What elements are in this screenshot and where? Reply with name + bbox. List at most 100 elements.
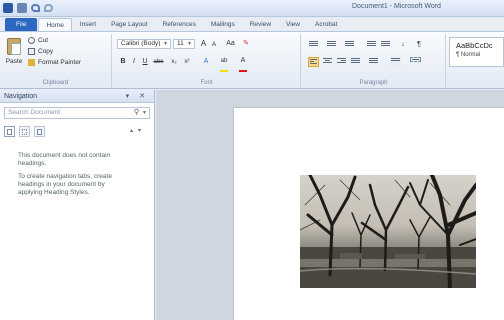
tab-home[interactable]: Home (38, 18, 72, 31)
navigation-view-tabs: ▴▾ (4, 126, 150, 138)
increase-indent-icon (380, 40, 391, 47)
no-headings-message: This document does not contain headings. (18, 152, 111, 167)
clear-formatting-icon[interactable]: ✎ (241, 39, 251, 49)
change-case-button[interactable]: Aa (224, 39, 237, 49)
pane-controls[interactable]: ▾ ✕ (126, 90, 149, 103)
show-marks-button[interactable]: ¶ (414, 40, 424, 50)
superscript-button[interactable]: x² (182, 57, 192, 67)
borders-button[interactable] (410, 57, 421, 67)
numbering-button[interactable] (326, 40, 337, 50)
font-name-value: Calibri (Body) (121, 40, 161, 47)
copy-button[interactable]: Copy (28, 48, 53, 55)
word-logo-icon (3, 3, 13, 13)
highlight-color-swatch (220, 70, 228, 72)
align-right-button[interactable] (336, 57, 347, 67)
align-left-icon (309, 58, 318, 65)
navigation-title: Navigation (4, 93, 38, 100)
previous-next-arrows[interactable]: ▴▾ (130, 127, 146, 134)
borders-icon (410, 57, 421, 62)
sort-button[interactable]: ↓ (398, 40, 408, 50)
create-headings-hint: To create navigation tabs, create headin… (18, 173, 112, 196)
tab-mailings[interactable]: Mailings (204, 18, 242, 31)
line-spacing-button[interactable] (368, 57, 379, 67)
multilevel-list-button[interactable] (344, 40, 355, 50)
shading-button[interactable] (390, 57, 401, 67)
ribbon-tabs: File Home Insert Page Layout References … (0, 17, 504, 31)
pages-icon (22, 129, 27, 135)
line-spacing-icon (368, 57, 379, 64)
bare-trees-image (300, 175, 476, 288)
tab-review[interactable]: Review (243, 18, 278, 31)
font-group-label: Font (200, 80, 213, 86)
subscript-button[interactable]: x₂ (169, 57, 179, 67)
align-center-button[interactable] (322, 57, 333, 67)
cut-button[interactable]: Cut (28, 37, 48, 44)
font-name-select[interactable]: Calibri (Body) ▼ (117, 39, 171, 49)
strikethrough-button[interactable]: abe (151, 57, 166, 67)
font-color-swatch (239, 70, 247, 72)
numbering-icon (326, 40, 337, 47)
tab-references[interactable]: References (156, 18, 203, 31)
tab-browse-results[interactable] (34, 126, 45, 137)
navigation-message: This document does not contain headings.… (18, 152, 128, 197)
paste-label: Paste (5, 58, 23, 65)
bold-button[interactable]: B (119, 57, 127, 67)
tab-acrobat[interactable]: Acrobat (308, 18, 344, 31)
increase-indent-button[interactable] (380, 40, 391, 50)
tab-file[interactable]: File (5, 18, 38, 31)
font-color-button[interactable]: A (237, 56, 249, 72)
search-document-input[interactable]: Search Document ⚲ ▼ (4, 107, 150, 119)
redo-icon[interactable] (44, 4, 53, 12)
highlight-button[interactable]: ab (217, 56, 231, 72)
brush-icon (28, 59, 35, 66)
tab-browse-headings[interactable] (4, 126, 15, 137)
tab-browse-pages[interactable] (19, 126, 30, 137)
align-left-button[interactable] (308, 57, 319, 67)
search-icon[interactable]: ⚲ (134, 108, 139, 118)
style-sample: AaBbCcDc (456, 41, 493, 50)
font-size-value: 11 (177, 40, 184, 47)
align-center-icon (322, 57, 333, 64)
font-size-select[interactable]: 11 ▼ (173, 39, 195, 49)
document-page[interactable] (234, 108, 504, 320)
highlight-label: ab (220, 58, 228, 64)
paint-bucket-icon (390, 57, 401, 62)
format-painter-label: Format Painter (38, 59, 81, 66)
style-name: ¶ Normal (456, 52, 481, 58)
italic-button[interactable]: I (130, 57, 138, 67)
underline-button[interactable]: U (141, 57, 149, 67)
align-right-icon (336, 57, 347, 64)
style-normal[interactable]: AaBbCcDc ¶ Normal (449, 37, 504, 67)
title-bar: Document1 - Microsoft Word (0, 0, 504, 17)
decrease-indent-button[interactable] (366, 40, 377, 50)
justify-icon (350, 57, 361, 64)
bullets-button[interactable] (308, 40, 319, 50)
undo-icon[interactable] (31, 4, 40, 12)
justify-button[interactable] (350, 57, 361, 67)
chevron-down-icon[interactable]: ▼ (142, 108, 147, 118)
copy-label: Copy (38, 48, 54, 55)
results-icon (37, 129, 42, 135)
search-placeholder: Search Document (8, 109, 61, 116)
headings-icon (7, 129, 12, 135)
multilevel-list-icon (344, 40, 355, 47)
tab-view[interactable]: View (279, 18, 307, 31)
tab-page-layout[interactable]: Page Layout (104, 18, 155, 31)
window-title: Document1 - Microsoft Word (352, 3, 441, 10)
tab-insert[interactable]: Insert (73, 18, 103, 31)
paragraph-group: ↓ ¶ Paragraph (302, 34, 446, 88)
paragraph-group-label: Paragraph (359, 80, 388, 86)
ribbon: Paste Cut Copy Format Painter Clipboard … (0, 31, 504, 89)
scissors-icon (28, 37, 35, 44)
document-area (156, 90, 504, 320)
navigation-header: Navigation ▾ ✕ (0, 90, 154, 103)
text-effects-button[interactable]: A (201, 57, 211, 67)
clipboard-group: Paste Cut Copy Format Painter Clipboard (0, 34, 112, 88)
park-trees-photo[interactable] (300, 175, 476, 288)
shrink-font-button[interactable]: A (210, 40, 218, 50)
save-icon[interactable] (17, 3, 27, 13)
clipboard-group-label: Clipboard (42, 80, 69, 86)
grow-font-button[interactable]: A (199, 39, 208, 49)
paste-button[interactable]: Paste (4, 38, 24, 74)
format-painter-button[interactable]: Format Painter (28, 59, 81, 66)
